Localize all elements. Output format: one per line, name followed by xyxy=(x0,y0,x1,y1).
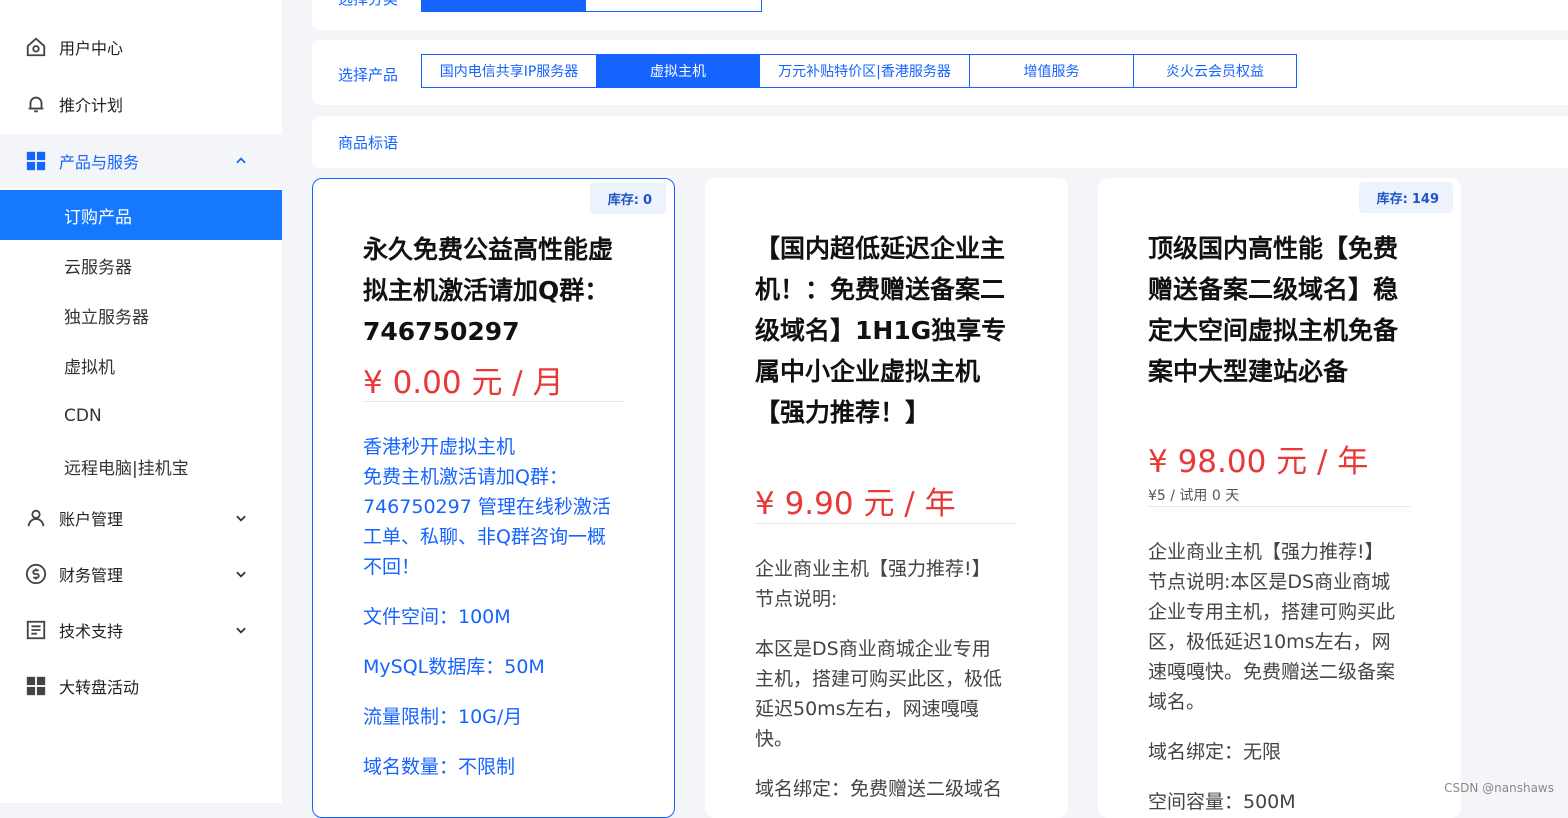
sidebar-subitem-cloud-servers[interactable]: 云服务器 xyxy=(0,240,282,290)
product-card[interactable]: 【国内超低延迟企业主机！：免费赠送备案二级域名】1H1G独享专属中小企业虚拟主机… xyxy=(705,178,1068,818)
description-line: 企业专用主机，搭建可购买此 xyxy=(1148,601,1396,623)
tab-value-added[interactable]: 增值服务 xyxy=(969,54,1134,88)
description-line: 企业商业主机【强力推荐!】 xyxy=(755,558,991,580)
category-tab[interactable] xyxy=(585,0,762,12)
sidebar-subitem-label: 独立服务器 xyxy=(64,307,149,328)
chevron-down-icon xyxy=(232,621,250,639)
product-card[interactable]: 库存: 149 顶级国内高性能【免费赠送备案二级域名】稳定大空间虚拟主机免备案中大… xyxy=(1098,178,1461,818)
user-icon xyxy=(24,506,48,530)
tab-member-benefits[interactable]: 炎火云会员权益 xyxy=(1133,54,1297,88)
sidebar-subitem-label: 订购产品 xyxy=(64,207,132,228)
sidebar-item-account[interactable]: 账户管理 xyxy=(0,493,282,543)
sidebar-item-label: 用户中心 xyxy=(59,39,124,58)
category-row-label: 选择分类 xyxy=(338,0,398,9)
stock-badge: 库存: 149 xyxy=(1358,182,1453,213)
home-icon xyxy=(24,35,48,59)
sidebar-item-user-center[interactable]: 用户中心 xyxy=(0,22,282,72)
sidebar-subitem-order-products[interactable]: 订购产品 xyxy=(0,190,282,240)
sidebar-subitem-cdn[interactable]: CDN xyxy=(0,391,282,441)
watermark: CSDN @nanshaws xyxy=(1444,781,1554,795)
description-line: 746750297 管理在线秒激活 xyxy=(363,496,611,518)
sidebar-subitem-label: 虚拟机 xyxy=(64,357,115,378)
spec-item: 空间容量：500M xyxy=(1148,791,1296,813)
description-line: 快。 xyxy=(755,728,794,750)
product-card[interactable]: 库存: 0 永久免费公益高性能虚拟主机激活请加Q群：746750297 ¥ 0.0… xyxy=(312,178,675,818)
sidebar-item-label: 产品与服务 xyxy=(59,153,140,172)
description-line: 延迟50ms左右，网速嘎嘎 xyxy=(755,698,979,720)
sidebar-item-finance[interactable]: 财务管理 xyxy=(0,549,282,599)
description-line: 香港秒开虚拟主机 xyxy=(363,436,516,458)
description-line: 速嘎嘎快。免费赠送二级备案 xyxy=(1148,661,1396,683)
sidebar-item-products-services[interactable]: 产品与服务 xyxy=(0,134,282,188)
description-line: 免费主机激活请加Q群： xyxy=(363,466,568,488)
stock-label: 库存: xyxy=(607,193,639,208)
sidebar-subitem-virtual-machines[interactable]: 虚拟机 xyxy=(0,340,282,390)
product-description-detail: 本区是DS商业商城企业专用 主机，搭建可购买此区，极低 延迟50ms左右，网速嘎… xyxy=(755,634,1017,754)
spec-item: 域名数量：不限制 xyxy=(363,756,516,778)
grid-icon xyxy=(24,674,48,698)
category-tab[interactable] xyxy=(421,0,586,12)
description-line: 企业商业主机【强力推荐!】 xyxy=(1148,541,1384,563)
chevron-down-icon xyxy=(232,509,250,527)
description-line: 节点说明:本区是DS商业商城 xyxy=(1148,571,1391,593)
description-line: 节点说明: xyxy=(755,588,838,610)
product-title: 永久免费公益高性能虚拟主机激活请加Q群：746750297 xyxy=(363,235,614,346)
sidebar-item-label: 账户管理 xyxy=(59,510,124,529)
divider xyxy=(363,401,625,402)
sidebar-subitem-label: CDN xyxy=(64,406,102,426)
product-price: ¥ 9.90 元 / 年 xyxy=(755,486,956,522)
trial-info: ¥5 / 试用 0 天 xyxy=(1148,488,1240,504)
sidebar-subitem-label: 远程电脑|挂机宝 xyxy=(64,458,189,479)
product-description: 企业商业主机【强力推荐!】 节点说明: xyxy=(755,554,1017,614)
stock-value: 149 xyxy=(1411,192,1439,207)
sidebar-item-label: 推介计划 xyxy=(59,96,124,115)
category-row: 选择分类 xyxy=(312,0,1568,30)
sidebar-item-label: 大转盘活动 xyxy=(59,678,140,697)
slogan-row: 商品标语 xyxy=(312,116,1568,168)
sidebar-item-tech-support[interactable]: 技术支持 xyxy=(0,605,282,655)
sidebar-item-label: 财务管理 xyxy=(59,566,124,585)
stock-badge: 库存: 0 xyxy=(589,183,666,214)
sidebar-item-lucky-wheel[interactable]: 大转盘活动 xyxy=(0,661,282,711)
description-line: 域名。 xyxy=(1148,691,1206,713)
chevron-down-icon xyxy=(232,565,250,583)
sidebar-item-referral[interactable]: 推介计划 xyxy=(0,79,282,129)
spec-item: 域名绑定：免费赠送二级域名 xyxy=(755,778,1003,800)
product-price: ¥ 0.00 元 / 月 xyxy=(363,365,564,401)
spec-item: 域名绑定：无限 xyxy=(1148,741,1282,763)
stock-label: 库存: xyxy=(1376,192,1408,207)
description-line: 工单、私聊、非Q群咨询一概 xyxy=(363,526,606,548)
sidebar-subitem-dedicated-servers[interactable]: 独立服务器 xyxy=(0,290,282,340)
spec-item: MySQL数据库：50M xyxy=(363,656,545,678)
product-row-label: 选择产品 xyxy=(338,66,399,84)
grid-icon xyxy=(24,149,48,173)
product-description: 香港秒开虚拟主机 免费主机激活请加Q群： 746750297 管理在线秒激活 工… xyxy=(363,432,625,582)
chevron-up-icon xyxy=(232,152,250,170)
tab-subsidy-hk-servers[interactable]: 万元补贴特价区|香港服务器 xyxy=(759,54,970,88)
sidebar-item-label: 技术支持 xyxy=(59,622,124,641)
spec-item: 流量限制：10G/月 xyxy=(363,706,523,728)
sidebar-subitem-remote-pc[interactable]: 远程电脑|挂机宝 xyxy=(0,441,282,491)
sidebar: 用户中心 推介计划 产品与服务 订购产品 云服务器 独立服务器 虚拟机 CDN … xyxy=(0,0,282,803)
product-row: 选择产品 国内电信共享IP服务器 虚拟主机 万元补贴特价区|香港服务器 增值服务… xyxy=(312,40,1568,105)
divider xyxy=(755,523,1017,524)
description-line: 主机，搭建可购买此区，极低 xyxy=(755,668,1003,690)
description-line: 区，极低延迟10ms左右，网 xyxy=(1148,631,1391,653)
tab-virtual-host[interactable]: 虚拟主机 xyxy=(596,54,760,88)
tab-domestic-telecom[interactable]: 国内电信共享IP服务器 xyxy=(421,54,597,88)
description-line: 不回！ xyxy=(363,556,421,578)
spec-item: 文件空间：100M xyxy=(363,606,511,628)
sidebar-subitem-label: 云服务器 xyxy=(64,257,132,278)
bell-icon xyxy=(24,92,48,116)
list-icon xyxy=(24,618,48,642)
product-price: ¥ 98.00 元 / 年 xyxy=(1148,444,1369,480)
product-title: 【国内超低延迟企业主机！：免费赠送备案二级域名】1H1G独享专属中小企业虚拟主机… xyxy=(755,234,1007,427)
slogan-row-label: 商品标语 xyxy=(338,134,399,152)
dollar-circle-icon xyxy=(24,562,48,586)
product-title: 顶级国内高性能【免费赠送备案二级域名】稳定大空间虚拟主机免备案中大型建站必备 xyxy=(1148,234,1399,386)
stock-value: 0 xyxy=(642,193,652,208)
divider xyxy=(1148,506,1410,507)
product-description: 企业商业主机【强力推荐!】 节点说明:本区是DS商业商城 企业专用主机，搭建可购… xyxy=(1148,537,1410,717)
description-line: 本区是DS商业商城企业专用 xyxy=(755,638,991,660)
